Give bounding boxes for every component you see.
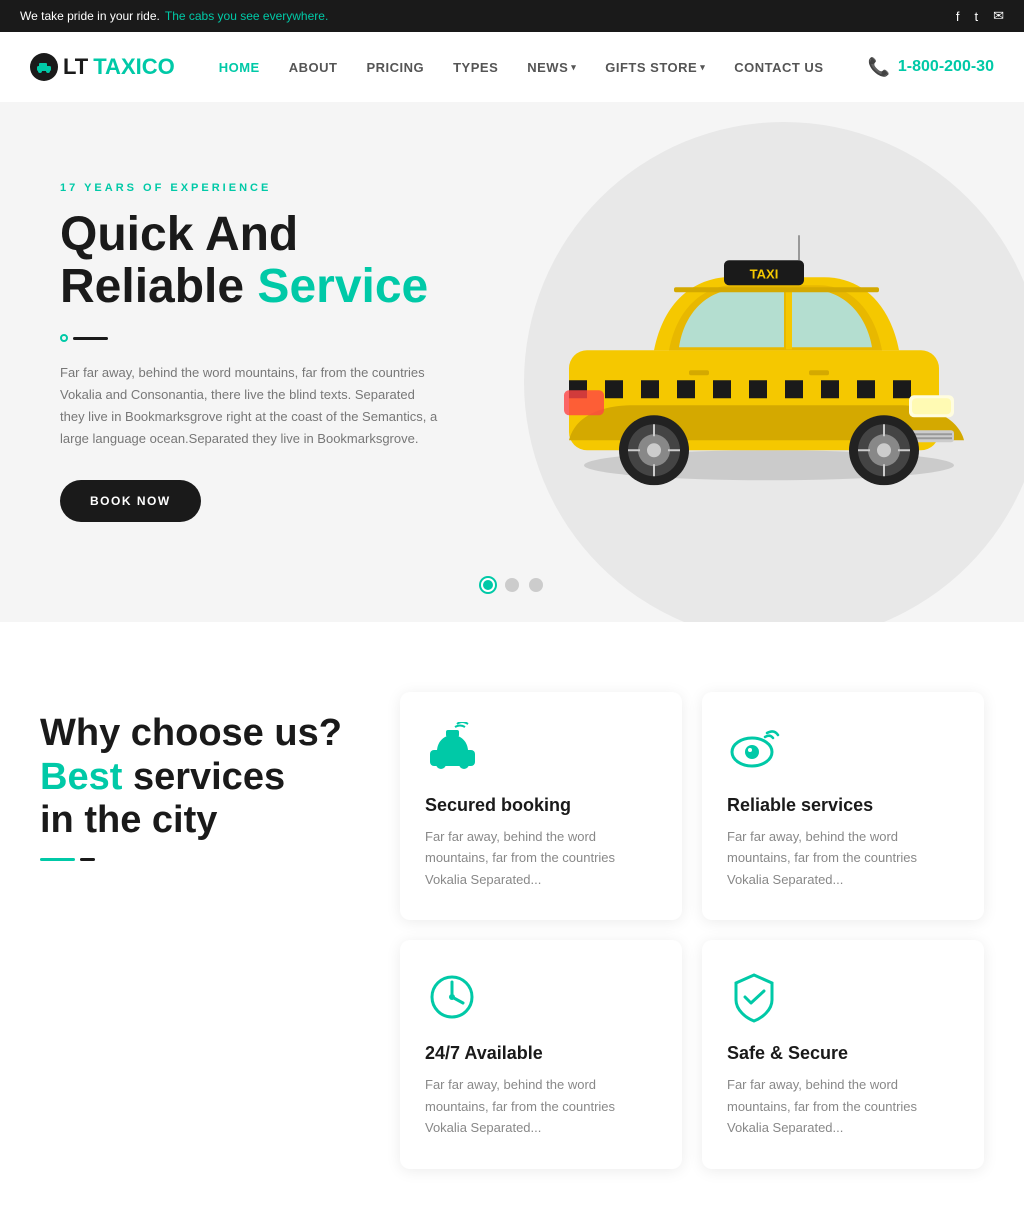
top-bar: We take pride in your ride. The cabs you… [0, 0, 1024, 32]
email-icon[interactable]: ✉ [993, 8, 1004, 24]
phone-text: 1-800-200-30 [898, 58, 994, 76]
news-arrow: ▾ [571, 62, 576, 73]
divider-line [73, 337, 108, 340]
phone-number: 📞 1-800-200-30 [867, 57, 994, 78]
logo-lt: LT [63, 54, 88, 80]
nav-pricing[interactable]: PRICING [354, 52, 436, 83]
taxi-car: TAXI [514, 205, 1004, 490]
top-bar-highlight: The cabs you see everywhere. [165, 9, 328, 23]
why-divider [40, 858, 360, 861]
dot-3[interactable] [529, 578, 543, 592]
hero-description: Far far away, behind the word mountains,… [60, 362, 440, 450]
shield-icon [727, 970, 782, 1025]
hero-divider [60, 334, 440, 342]
card-1-title: Secured booking [425, 795, 657, 816]
taxi-icon [425, 722, 480, 777]
dot-1[interactable] [481, 578, 495, 592]
nav-gifts-store[interactable]: GIFTS STORE ▾ [593, 52, 717, 83]
logo-name: TAXICO [93, 54, 174, 80]
hero-section: 17 YEARS OF EXPERIENCE Quick And Reliabl… [0, 102, 1024, 622]
why-city: in the city [40, 799, 217, 841]
book-now-button[interactable]: BOOK NOW [60, 480, 201, 522]
why-title: Why choose us? Best services in the city [40, 712, 360, 843]
hero-title: Quick And Reliable Service [60, 209, 440, 315]
hero-title-line1: Quick And [60, 208, 298, 261]
svg-text:TAXI: TAXI [750, 266, 779, 281]
nav-about[interactable]: ABOUT [277, 52, 350, 83]
hero-content: 17 YEARS OF EXPERIENCE Quick And Reliabl… [60, 182, 440, 523]
divider-dot [60, 334, 68, 342]
why-left-content: Why choose us? Best services in the city [40, 692, 360, 861]
why-divider-line1 [40, 858, 75, 861]
card-secured-booking: Secured booking Far far away, behind the… [400, 692, 682, 920]
why-section: Why choose us? Best services in the city [0, 622, 1024, 1209]
top-bar-message: We take pride in your ride. The cabs you… [20, 9, 328, 23]
facebook-icon[interactable]: f [956, 9, 960, 24]
hero-title-line2: Reliable [60, 260, 244, 313]
header: LT TAXICO HOME ABOUT PRICING TYPES NEWS … [0, 32, 1024, 102]
logo-icon [30, 53, 58, 81]
cards-grid: Secured booking Far far away, behind the… [400, 692, 984, 1169]
nav-home[interactable]: HOME [207, 52, 272, 83]
logo[interactable]: LT TAXICO [30, 53, 175, 81]
why-best: Best [40, 756, 122, 798]
main-nav: HOME ABOUT PRICING TYPES NEWS ▾ GIFTS ST… [207, 52, 836, 83]
twitter-icon[interactable]: t [974, 9, 978, 24]
top-bar-text-1: We take pride in your ride. [20, 9, 160, 23]
card-4-desc: Far far away, behind the word mountains,… [727, 1074, 959, 1138]
eye-icon [727, 722, 782, 777]
why-services: services [133, 756, 285, 798]
social-icons: f t ✉ [956, 8, 1004, 24]
why-line1: Why choose us? [40, 712, 342, 754]
nav-news[interactable]: NEWS ▾ [515, 52, 588, 83]
hero-experience-label: 17 YEARS OF EXPERIENCE [60, 182, 440, 194]
clock-icon [425, 970, 480, 1025]
card-4-title: Safe & Secure [727, 1043, 959, 1064]
why-divider-line2 [80, 858, 95, 861]
slider-dots [481, 578, 543, 592]
gifts-arrow: ▾ [700, 62, 705, 73]
hero-title-highlight: Service [257, 260, 428, 313]
card-3-desc: Far far away, behind the word mountains,… [425, 1074, 657, 1138]
nav-types[interactable]: TYPES [441, 52, 510, 83]
card-reliable-services: Reliable services Far far away, behind t… [702, 692, 984, 920]
card-2-desc: Far far away, behind the word mountains,… [727, 826, 959, 890]
card-available: 24/7 Available Far far away, behind the … [400, 940, 682, 1168]
dot-2[interactable] [505, 578, 519, 592]
card-1-desc: Far far away, behind the word mountains,… [425, 826, 657, 890]
card-2-title: Reliable services [727, 795, 959, 816]
card-safe-secure: Safe & Secure Far far away, behind the w… [702, 940, 984, 1168]
phone-icon: 📞 [867, 57, 889, 78]
nav-contact[interactable]: CONTACT US [722, 52, 835, 83]
card-3-title: 24/7 Available [425, 1043, 657, 1064]
